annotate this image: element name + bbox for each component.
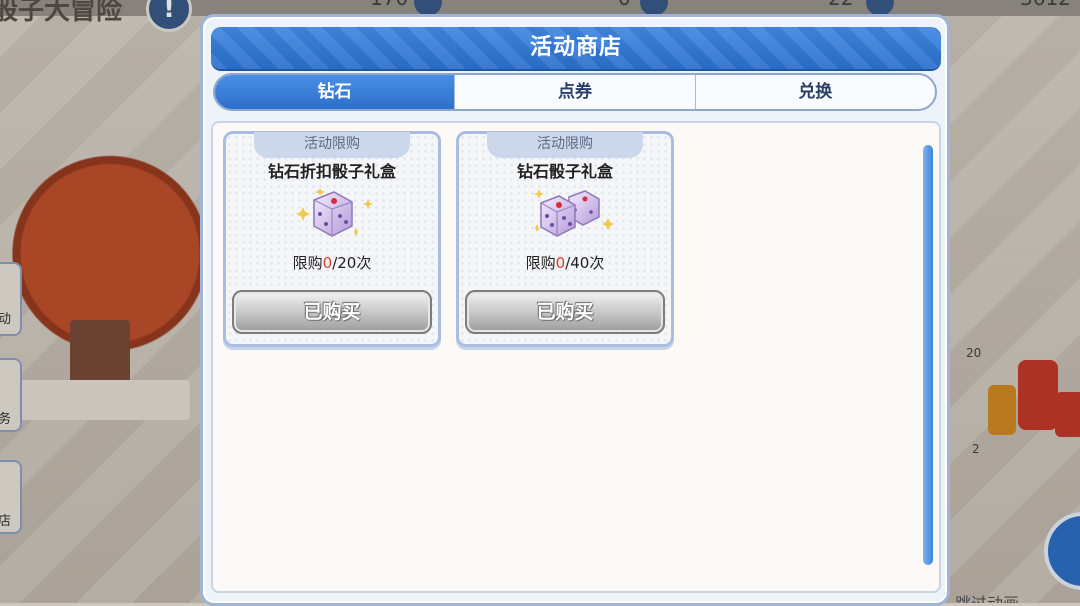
limit-total: /40次 (565, 254, 605, 272)
limit-label: 限购 (292, 254, 323, 272)
currency-tabs: 钻石 点券 兑换 (213, 73, 937, 111)
tab-coupon[interactable]: 点券 (454, 75, 694, 109)
purchase-limit: 限购0/40次 (459, 252, 671, 273)
limit-label: 限购 (525, 254, 556, 272)
purchase-limit: 限购0/20次 (226, 252, 438, 273)
item-name: 钻石骰子礼盒 (516, 162, 613, 181)
limit-total: /20次 (332, 254, 372, 272)
double-dice-icon (459, 184, 671, 244)
purchased-count: 0 (555, 254, 566, 272)
event-shop-dialog: 活动商店 钻石 点券 兑换 活动限购 钻石折扣骰子礼盒 限购0/20次 已购买 … (200, 14, 950, 606)
tab-exchange[interactable]: 兑换 (694, 75, 935, 109)
limited-tag: 活动限购 (254, 132, 410, 158)
scrollbar[interactable] (923, 145, 933, 565)
dialog-title-bar: 活动商店 (211, 27, 941, 69)
limited-tag: 活动限购 (487, 132, 643, 158)
single-dice-icon (226, 184, 438, 244)
item-name: 钻石折扣骰子礼盒 (267, 162, 396, 181)
shop-item-card: 活动限购 钻石折扣骰子礼盒 限购0/20次 已购买 (223, 131, 441, 347)
purchased-button[interactable]: 已购买 (465, 290, 665, 334)
purchased-button[interactable]: 已购买 (232, 290, 432, 334)
tab-diamond[interactable]: 钻石 (215, 75, 455, 109)
shop-item-card: 活动限购 钻石骰子礼盒 限购0/40次 已购买 (456, 131, 674, 347)
shop-item-list: 活动限购 钻石折扣骰子礼盒 限购0/20次 已购买 活动限购 钻石骰子礼盒 限购… (211, 121, 941, 593)
purchased-count: 0 (322, 254, 333, 272)
dialog-title: 活动商店 (529, 35, 622, 60)
